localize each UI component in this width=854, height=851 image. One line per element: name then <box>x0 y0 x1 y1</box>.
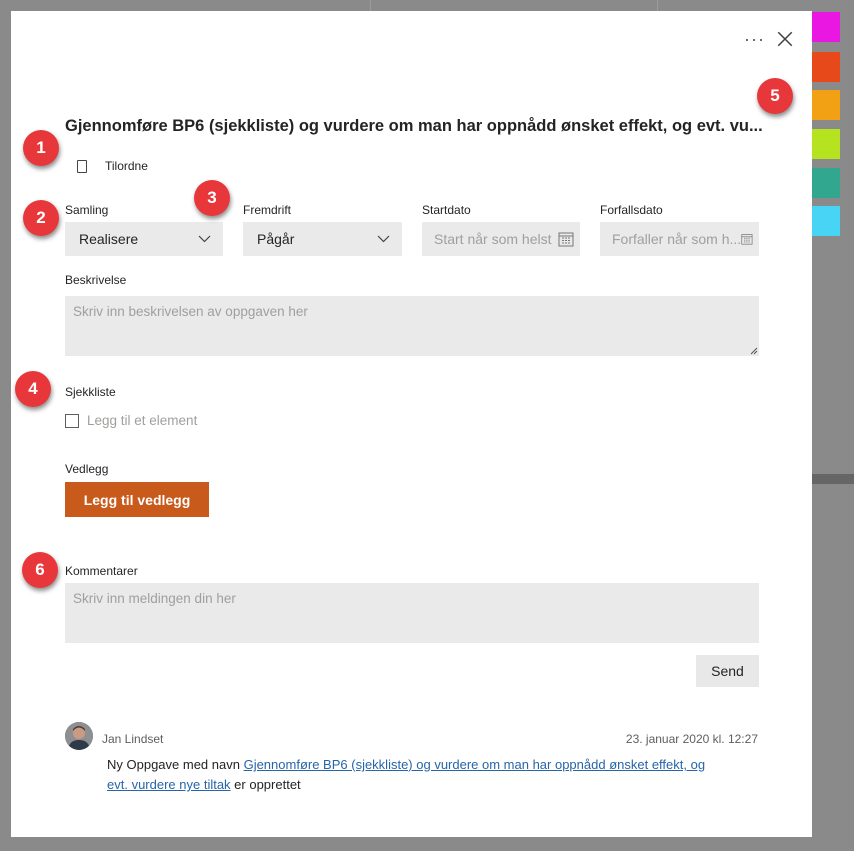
background-divider <box>657 0 658 11</box>
add-attachment-button[interactable]: Legg til vedlegg <box>65 482 209 517</box>
start-date-input[interactable]: Start når som helst <box>422 222 580 256</box>
task-title[interactable]: Gjennomføre BP6 (sjekkliste) og vurdere … <box>65 117 765 136</box>
task-details-dialog: ··· Gjennomføre BP6 (sjekkliste) og vurd… <box>11 11 812 837</box>
bucket-dropdown[interactable]: Realisere <box>65 222 223 256</box>
start-date-placeholder: Start når som helst <box>434 231 552 247</box>
task-link[interactable]: Gjennomføre BP6 (sjekkliste) og vurdere … <box>244 757 706 772</box>
checklist-placeholder[interactable]: Legg til et element <box>87 413 197 428</box>
description-textarea[interactable]: Skriv inn beskrivelsen av oppgaven her <box>65 296 759 356</box>
progress-label: Fremdrift <box>243 203 291 217</box>
assign-button[interactable]: Tilordne <box>77 159 148 173</box>
task-link-continued[interactable]: evt. vurdere nye tiltak <box>107 777 231 792</box>
chevron-down-icon <box>198 235 211 243</box>
comment-body: Ny Oppgave med navn Gjennomføre BP6 (sje… <box>107 755 747 795</box>
calendar-icon[interactable] <box>558 231 574 247</box>
comment-placeholder: Skriv inn meldingen din her <box>73 591 236 606</box>
checklist-label: Sjekkliste <box>65 385 116 399</box>
due-date-label: Forfallsdato <box>600 203 663 217</box>
comment-author: Jan Lindset <box>102 732 164 746</box>
progress-value: Pågår <box>257 231 295 247</box>
assign-label: Tilordne <box>105 159 148 173</box>
avatar <box>65 722 93 750</box>
calendar-icon[interactable] <box>741 231 753 247</box>
comment-textarea[interactable]: Skriv inn meldingen din her <box>65 583 759 643</box>
resize-handle-icon[interactable] <box>750 347 758 355</box>
person-icon <box>77 159 87 173</box>
checklist-checkbox[interactable] <box>65 413 79 428</box>
bucket-value: Realisere <box>79 231 139 247</box>
comment-text-after: er opprettet <box>230 777 301 792</box>
callout-marker-5: 5 <box>757 78 793 114</box>
start-date-label: Startdato <box>422 203 471 217</box>
comment-text-before: Ny Oppgave med navn <box>107 757 244 772</box>
comments-label: Kommentarer <box>65 564 138 578</box>
close-icon[interactable] <box>776 30 794 48</box>
due-date-input[interactable]: Forfaller når som h... <box>600 222 759 256</box>
background-divider <box>370 0 371 11</box>
progress-dropdown[interactable]: Pågår <box>243 222 402 256</box>
description-placeholder: Skriv inn beskrivelsen av oppgaven her <box>73 304 308 319</box>
chevron-down-icon <box>377 235 390 243</box>
color-swatch-orange-red <box>812 52 840 82</box>
send-button[interactable]: Send <box>696 655 759 687</box>
callout-marker-2: 2 <box>23 200 59 236</box>
callout-marker-6: 6 <box>22 552 58 588</box>
callout-marker-4: 4 <box>15 371 51 407</box>
color-swatch-magenta <box>812 12 840 42</box>
checklist-add-item[interactable]: Legg til et element <box>65 413 197 428</box>
comment-avatar <box>65 722 93 755</box>
background-bar <box>812 474 854 484</box>
callout-marker-1: 1 <box>23 130 59 166</box>
description-label: Beskrivelse <box>65 273 127 287</box>
comment-date: 23. januar 2020 kl. 12:27 <box>625 732 758 746</box>
color-swatch-lime <box>812 129 840 159</box>
attachments-label: Vedlegg <box>65 462 109 476</box>
bucket-label: Samling <box>65 203 109 217</box>
callout-marker-3: 3 <box>194 180 230 216</box>
color-swatch-teal <box>812 168 840 198</box>
color-swatch-orange <box>812 90 840 120</box>
color-swatch-cyan <box>812 206 840 236</box>
more-options-button[interactable]: ··· <box>744 29 765 49</box>
due-date-placeholder: Forfaller når som h... <box>612 231 742 247</box>
